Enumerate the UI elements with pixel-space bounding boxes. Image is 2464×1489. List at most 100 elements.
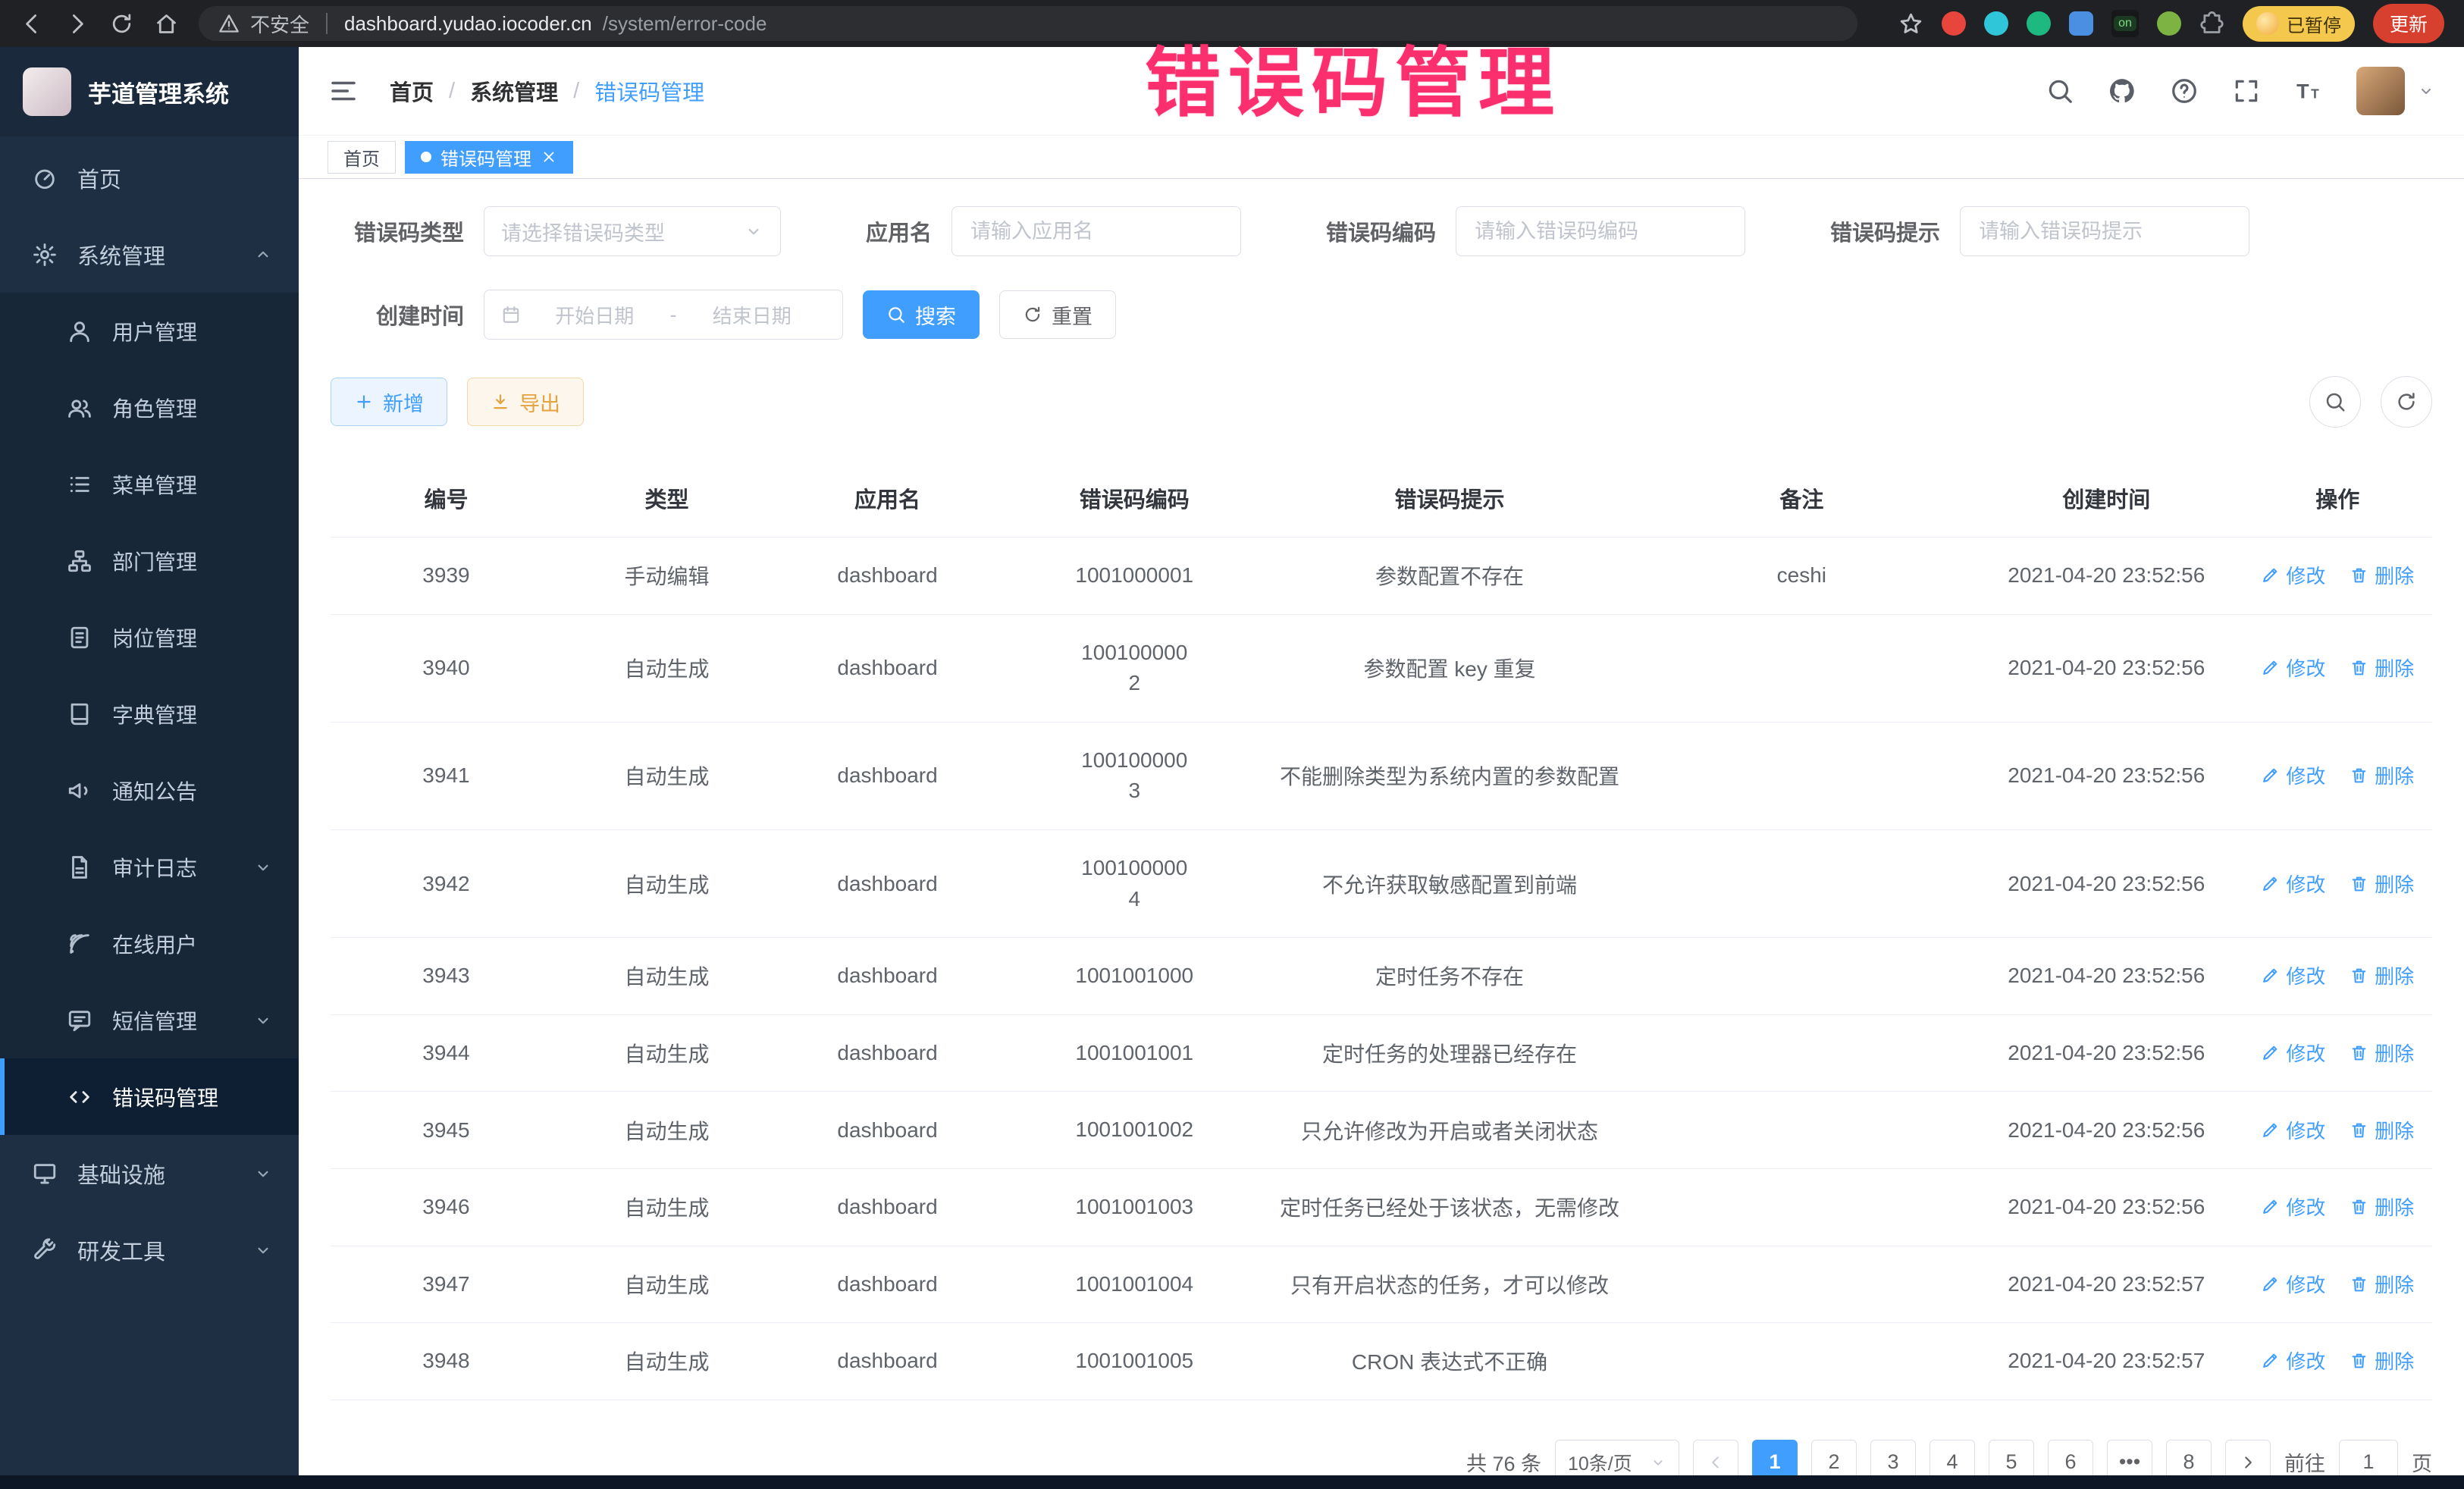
sidebar-item-audit-logs[interactable]: 审计日志 xyxy=(0,829,299,905)
edit-link[interactable]: 修改 xyxy=(2261,1116,2325,1144)
search-icon xyxy=(2324,390,2346,413)
github-icon[interactable] xyxy=(2108,77,2136,105)
reload-icon[interactable] xyxy=(109,11,134,36)
search-icon xyxy=(886,305,906,324)
sidebar-item-label: 基础设施 xyxy=(77,1158,165,1190)
delete-link[interactable]: 删除 xyxy=(2350,870,2414,898)
sidebar-item-notices[interactable]: 通知公告 xyxy=(0,752,299,829)
edit-link[interactable]: 修改 xyxy=(2261,1346,2325,1375)
forward-icon[interactable] xyxy=(64,11,89,36)
filter-label-msg: 错误码提示 xyxy=(1830,215,1940,247)
browser-update-button[interactable]: 更新 xyxy=(2373,4,2444,43)
profile-paused-chip[interactable]: 已暂停 xyxy=(2243,6,2355,42)
cell-msg: 定时任务的处理器已经存在 xyxy=(1266,1014,1634,1092)
cell-actions: 修改 删除 xyxy=(2243,938,2432,1015)
delete-link[interactable]: 删除 xyxy=(2350,1039,2414,1067)
back-icon[interactable] xyxy=(20,11,45,36)
sidebar-item-posts[interactable]: 岗位管理 xyxy=(0,599,299,676)
profile-emoji-icon xyxy=(2256,12,2279,35)
sidebar-item-online-users[interactable]: 在线用户 xyxy=(0,905,299,982)
sidebar-item-sms[interactable]: 短信管理 xyxy=(0,982,299,1058)
breadcrumb-item[interactable]: 首页 xyxy=(390,75,434,107)
edit-link[interactable]: 修改 xyxy=(2261,761,2325,789)
edit-icon xyxy=(2261,658,2280,677)
delete-link[interactable]: 删除 xyxy=(2350,1116,2414,1144)
cell-app: dashboard xyxy=(772,614,1003,722)
search-button[interactable]: 搜索 xyxy=(863,290,980,339)
book-icon xyxy=(67,701,92,727)
create-time-range-picker[interactable]: 开始日期 - 结束日期 xyxy=(484,290,843,340)
sidebar-item-departments[interactable]: 部门管理 xyxy=(0,522,299,599)
error-msg-input[interactable] xyxy=(1960,206,2249,256)
export-button[interactable]: 导出 xyxy=(467,378,584,426)
avatar[interactable] xyxy=(2356,67,2405,115)
refresh-table-button[interactable] xyxy=(2381,376,2432,428)
help-icon[interactable] xyxy=(2170,77,2199,105)
fullscreen-icon[interactable] xyxy=(2232,77,2261,105)
delete-link[interactable]: 删除 xyxy=(2350,761,2414,789)
app-name-input[interactable] xyxy=(951,206,1241,256)
delete-link[interactable]: 删除 xyxy=(2350,654,2414,682)
extension-icon[interactable] xyxy=(2157,11,2181,36)
edit-link[interactable]: 修改 xyxy=(2261,561,2325,589)
badge-icon xyxy=(67,625,92,650)
address-bar[interactable]: 不安全 dashboard.yudao.iocoder.cn/system/er… xyxy=(199,6,1857,41)
edit-link[interactable]: 修改 xyxy=(2261,961,2325,989)
edit-link[interactable]: 修改 xyxy=(2261,870,2325,898)
cell-type: 自动生成 xyxy=(562,1014,772,1092)
sidebar-item-infrastructure[interactable]: 基础设施 xyxy=(0,1135,299,1212)
extension-icon[interactable] xyxy=(2069,11,2093,36)
sidebar-item-menus[interactable]: 菜单管理 xyxy=(0,446,299,522)
code-icon xyxy=(67,1084,92,1110)
toggle-search-button[interactable] xyxy=(2309,376,2361,428)
sidebar-item-devtools[interactable]: 研发工具 xyxy=(0,1212,299,1288)
wrench-icon xyxy=(32,1237,58,1263)
extension-on-badge-icon[interactable]: on xyxy=(2111,10,2139,37)
sidebar-item-users[interactable]: 用户管理 xyxy=(0,293,299,369)
sidebar-item-home[interactable]: 首页 xyxy=(0,139,299,216)
edit-link[interactable]: 修改 xyxy=(2261,1039,2325,1067)
error-type-select[interactable]: 请选择错误码类型 xyxy=(484,206,781,256)
edit-link[interactable]: 修改 xyxy=(2261,1193,2325,1221)
home-icon[interactable] xyxy=(154,11,179,36)
delete-link[interactable]: 删除 xyxy=(2350,1193,2414,1221)
dashboard-icon xyxy=(32,165,58,191)
edit-icon xyxy=(2261,1274,2280,1293)
delete-link[interactable]: 删除 xyxy=(2350,561,2414,589)
error-code-input[interactable] xyxy=(1456,206,1745,256)
tab-error-codes[interactable]: 错误码管理 xyxy=(405,141,573,174)
delete-link[interactable]: 删除 xyxy=(2350,1346,2414,1375)
megaphone-icon xyxy=(67,778,92,804)
sidebar-item-roles[interactable]: 角色管理 xyxy=(0,369,299,446)
search-icon[interactable] xyxy=(2045,77,2074,105)
trash-icon xyxy=(2350,1351,2368,1370)
cell-time: 2021-04-20 23:52:56 xyxy=(1970,829,2243,937)
close-icon[interactable] xyxy=(541,149,557,165)
font-size-icon[interactable] xyxy=(2294,77,2323,105)
sidebar-item-error-codes[interactable]: 错误码管理 xyxy=(0,1058,299,1135)
tab-home[interactable]: 首页 xyxy=(328,141,396,174)
breadcrumb-item[interactable]: 系统管理 xyxy=(470,75,558,107)
cell-actions: 修改 删除 xyxy=(2243,722,2432,829)
col-app: 应用名 xyxy=(772,459,1003,538)
sidebar-item-system[interactable]: 系统管理 xyxy=(0,216,299,293)
sidebar-item-dictionary[interactable]: 字典管理 xyxy=(0,676,299,752)
browser-extensions-area: on 已暂停 更新 xyxy=(1898,4,2444,43)
edit-link[interactable]: 修改 xyxy=(2261,1270,2325,1298)
extension-icon[interactable] xyxy=(1942,11,1966,36)
hamburger-icon[interactable] xyxy=(328,75,359,107)
delete-link[interactable]: 删除 xyxy=(2350,1270,2414,1298)
extension-icon[interactable] xyxy=(1984,11,2008,36)
breadcrumb-current: 错误码管理 xyxy=(594,75,704,107)
edit-link[interactable]: 修改 xyxy=(2261,654,2325,682)
sidebar-item-label: 字典管理 xyxy=(112,699,197,729)
users-icon xyxy=(67,395,92,421)
chevron-down-icon[interactable] xyxy=(2417,82,2435,100)
extensions-puzzle-icon[interactable] xyxy=(2199,11,2224,36)
add-button[interactable]: 新增 xyxy=(331,378,447,426)
extension-icon[interactable] xyxy=(2027,11,2051,36)
delete-link[interactable]: 删除 xyxy=(2350,961,2414,989)
reset-button[interactable]: 重置 xyxy=(999,290,1116,339)
bookmark-star-icon[interactable] xyxy=(1898,11,1923,36)
cell-type: 自动生成 xyxy=(562,614,772,722)
